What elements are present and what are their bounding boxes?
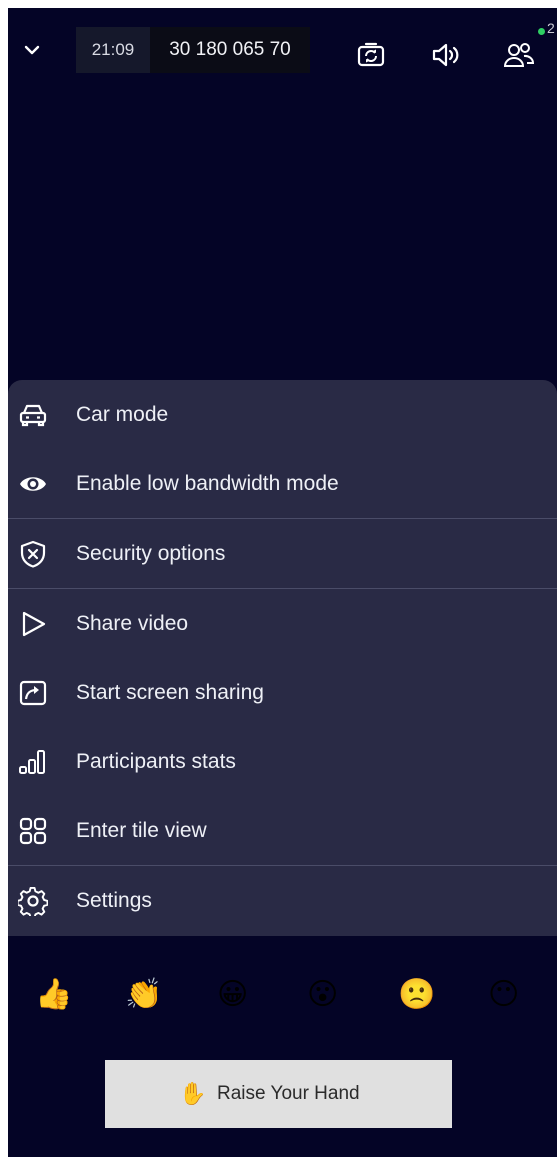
app-frame: 21:09 30 180 065 70 2 Car mode Enable lo…: [8, 8, 557, 1157]
raise-hand-label: Raise Your Hand: [217, 1083, 360, 1104]
raise-hand-button[interactable]: ✋ Raise Your Hand: [105, 1060, 452, 1128]
shield-icon: [20, 540, 46, 568]
screen-share-icon: [19, 680, 47, 706]
car-icon: [19, 404, 47, 427]
menu-item-label: Enter tile view: [76, 819, 207, 842]
eye-icon: [20, 477, 46, 491]
reaction-surprised[interactable]: 😮: [307, 978, 338, 1012]
menu-item-label: Participants stats: [76, 750, 236, 773]
menu-item-label: Enable low bandwidth mode: [76, 472, 339, 495]
menu-item-tile-view[interactable]: Enter tile view: [8, 796, 557, 865]
menu-item-label: Settings: [76, 889, 152, 912]
menu-item-settings[interactable]: Settings: [8, 866, 557, 935]
conference-timer: 21:09: [76, 27, 150, 73]
gear-icon: [18, 886, 48, 916]
reaction-smile[interactable]: 😀: [217, 978, 248, 1012]
menu-item-car-mode[interactable]: Car mode: [8, 380, 557, 449]
reaction-clap[interactable]: 👏: [125, 978, 162, 1012]
menu-item-label: Share video: [76, 612, 189, 635]
participant-count: 2: [547, 20, 555, 36]
participants-icon[interactable]: [502, 38, 536, 72]
menu-item-security-options[interactable]: Security options: [8, 519, 557, 588]
switch-camera-icon[interactable]: [354, 38, 388, 72]
reaction-sad[interactable]: 🙁: [398, 978, 435, 1012]
menu-item-label: Start screen sharing: [76, 681, 264, 704]
stats-icon: [19, 750, 45, 774]
speaker-icon[interactable]: [429, 38, 463, 72]
menu-item-label: Car mode: [76, 403, 169, 426]
menu-item-screen-sharing[interactable]: Start screen sharing: [8, 658, 557, 727]
menu-item-label: Security options: [76, 542, 226, 565]
room-id: 30 180 065 70: [150, 27, 310, 73]
reaction-thumbs-up[interactable]: 👍: [35, 978, 72, 1012]
overflow-menu: Car mode Enable low bandwidth mode Secur…: [8, 380, 557, 936]
menu-item-low-bandwidth[interactable]: Enable low bandwidth mode: [8, 449, 557, 518]
tile-view-icon: [19, 817, 47, 845]
menu-item-participants-stats[interactable]: Participants stats: [8, 727, 557, 796]
chevron-down-icon[interactable]: [20, 38, 44, 62]
menu-item-share-video[interactable]: Share video: [8, 589, 557, 658]
reaction-no-mouth[interactable]: 😶: [488, 978, 519, 1012]
play-icon: [22, 611, 46, 637]
raised-hand-icon: ✋: [179, 1082, 207, 1107]
online-indicator: [538, 28, 545, 35]
